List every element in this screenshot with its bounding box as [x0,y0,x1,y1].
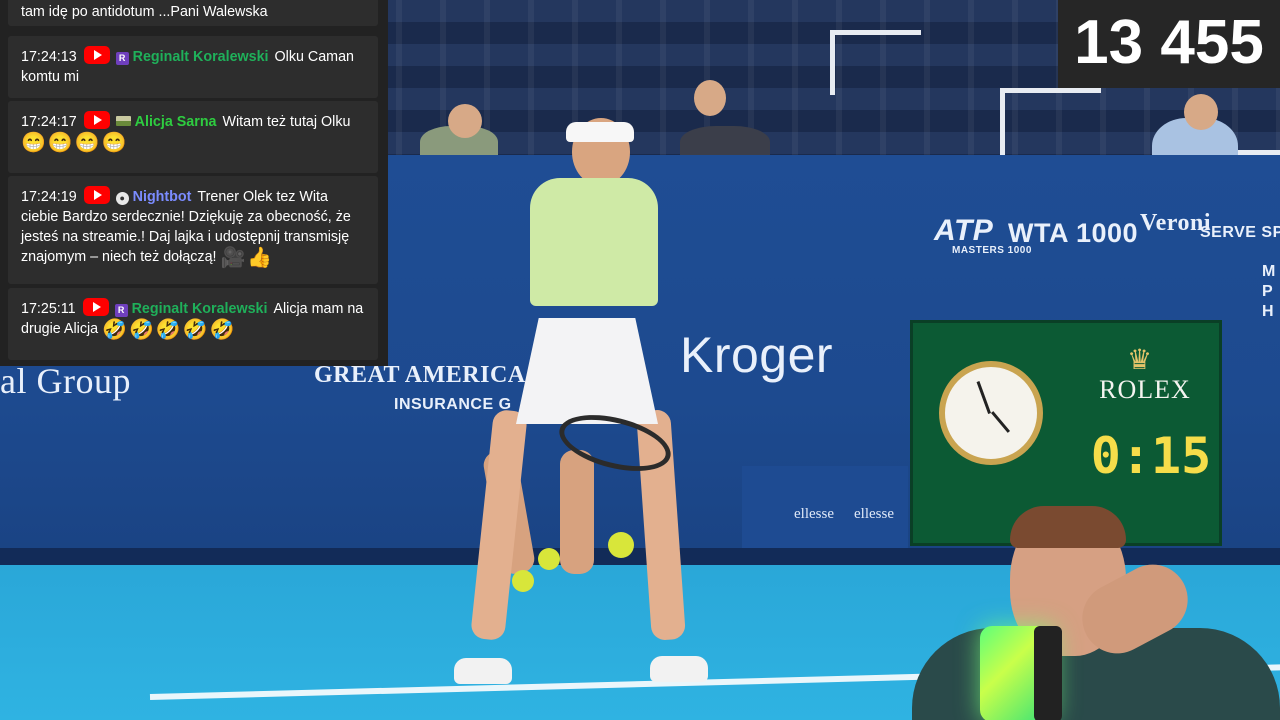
youtube-icon [83,186,110,204]
chat-message-partial: tam idę po antidotum ...Pani Walewska [8,0,378,26]
tennis-ball [538,548,560,570]
chat-message: 17:24:17 Alicja Sarna Witam też tutaj Olku… [8,101,378,173]
rolex-brand: ROLEX [1099,375,1191,404]
player-skirt [516,318,658,424]
chat-message: 17:24:19 ● Nightbot Trener Olek tez Wita ci… [8,176,378,284]
ellesse-logo: ellesse [854,506,894,522]
chat-timestamp: 17:24:17 [21,114,77,130]
youtube-icon [83,111,110,129]
chat-username[interactable]: Reginalt Koralewski [133,49,269,65]
member-badge-icon: R [114,304,128,317]
youtube-icon [82,298,109,316]
crown-icon: ♛ [1127,344,1153,375]
chat-message-text: Witam też tutaj Olku [222,114,351,130]
kroger-logo: Kroger [680,327,834,383]
serve-speed-label: SERVE SPEED [1200,224,1280,241]
stand-railing [830,30,921,95]
analog-clock-icon [939,361,1043,465]
atp-logo: ATP [934,214,994,247]
tennis-ball [512,570,534,592]
youtube-icon [83,46,110,64]
chat-timestamp: 17:24:13 [21,49,77,65]
viewer-count: 13 455 [1058,0,1280,88]
mph-label: M P H [1262,263,1276,320]
bot-badge-icon: ● [115,192,129,205]
streamer-hair [1010,506,1126,548]
player-top [530,178,658,306]
chat-message: 17:24:13 R Reginalt Koralewski Olku Caman k… [8,36,378,98]
ellesse-box: ellesse ellesse [742,466,908,558]
spectator-head [448,104,482,138]
chat-timestamp: 17:24:19 [21,189,77,205]
great-american-logo: GREAT AMERICA [314,362,526,388]
member-badge-icon: R [115,52,129,65]
chat-username[interactable]: Alicja Sarna [135,114,217,130]
player-shoe [650,656,708,682]
chat-message: 17:25:11 R Reginalt Koralewski Alicja mam n… [8,288,378,360]
ellesse-logo: ellesse [794,506,834,522]
insurance-label: INSURANCE G [394,396,512,413]
shot-clock-time: 0:15 [1090,427,1212,485]
chat-timestamp: 17:25:11 [21,301,76,317]
player-visor [566,122,634,142]
group-logo: al Group [0,361,131,401]
grinning-emoji-icon: 😁😁😁😁 [21,132,129,154]
wta-logo: WTA 1000 [1008,218,1139,248]
camera-thumbs-up-emoji-icon: 🎥👍 [220,247,275,269]
ballkid-leg [560,450,594,574]
rofl-emoji-icon: 🤣🤣🤣🤣🤣 [102,319,237,341]
tennis-ball [608,532,634,558]
player-shoe [454,658,512,684]
flag-badge-icon [115,116,131,126]
chat-overlay: tam idę po antidotum ...Pani Walewska 17… [0,0,388,366]
chat-username[interactable]: Nightbot [133,189,192,205]
microphone-grille [1034,626,1062,720]
spectator-head [694,80,726,116]
chat-username[interactable]: Reginalt Koralewski [132,301,268,317]
spectator-head [1184,94,1218,130]
chat-message-text: tam idę po antidotum ...Pani Walewska [21,4,268,20]
